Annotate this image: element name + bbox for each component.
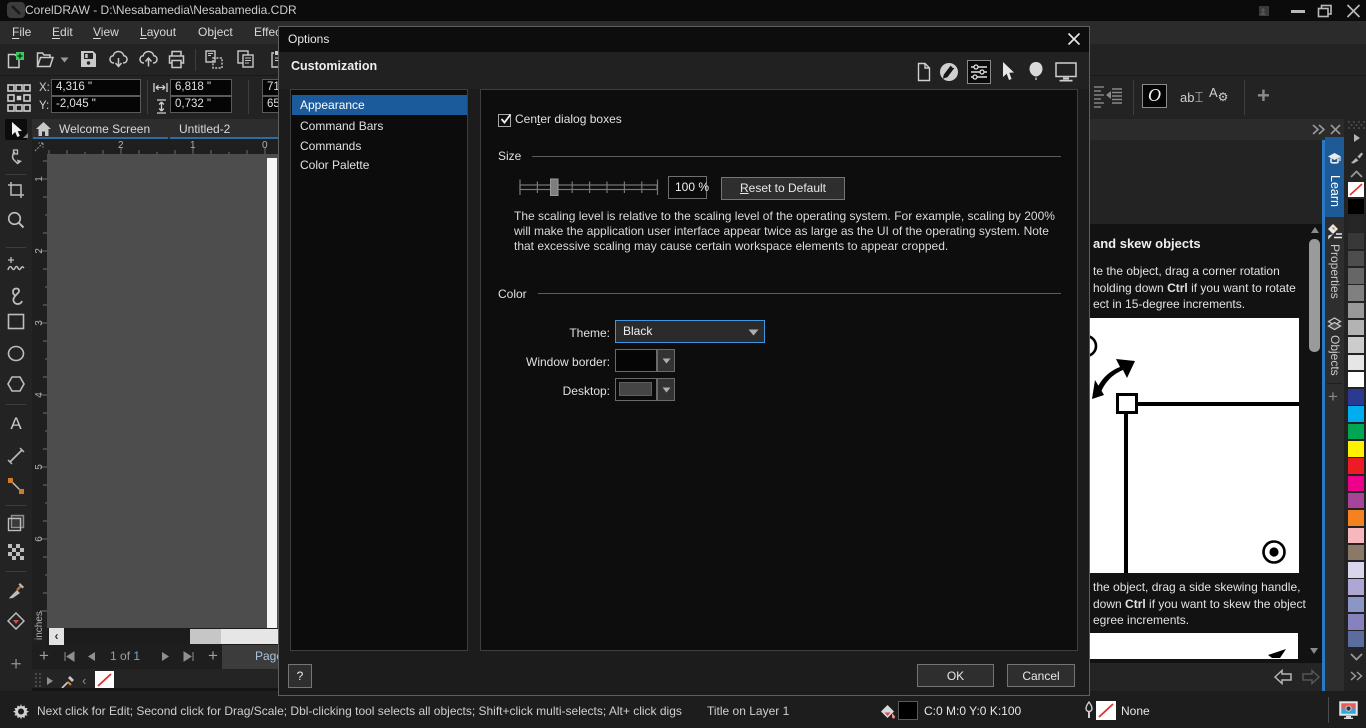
svg-text:2: 2: [118, 140, 124, 151]
svg-text:6: 6: [34, 536, 45, 542]
svg-text:2: 2: [34, 248, 45, 254]
svg-text:3: 3: [34, 320, 45, 326]
svg-text:inches: inches: [34, 611, 45, 640]
svg-text:1: 1: [190, 140, 196, 151]
svg-text:0: 0: [262, 140, 268, 151]
svg-text:1: 1: [34, 176, 45, 182]
svg-text:4: 4: [34, 392, 45, 398]
svg-text:5: 5: [34, 464, 45, 470]
